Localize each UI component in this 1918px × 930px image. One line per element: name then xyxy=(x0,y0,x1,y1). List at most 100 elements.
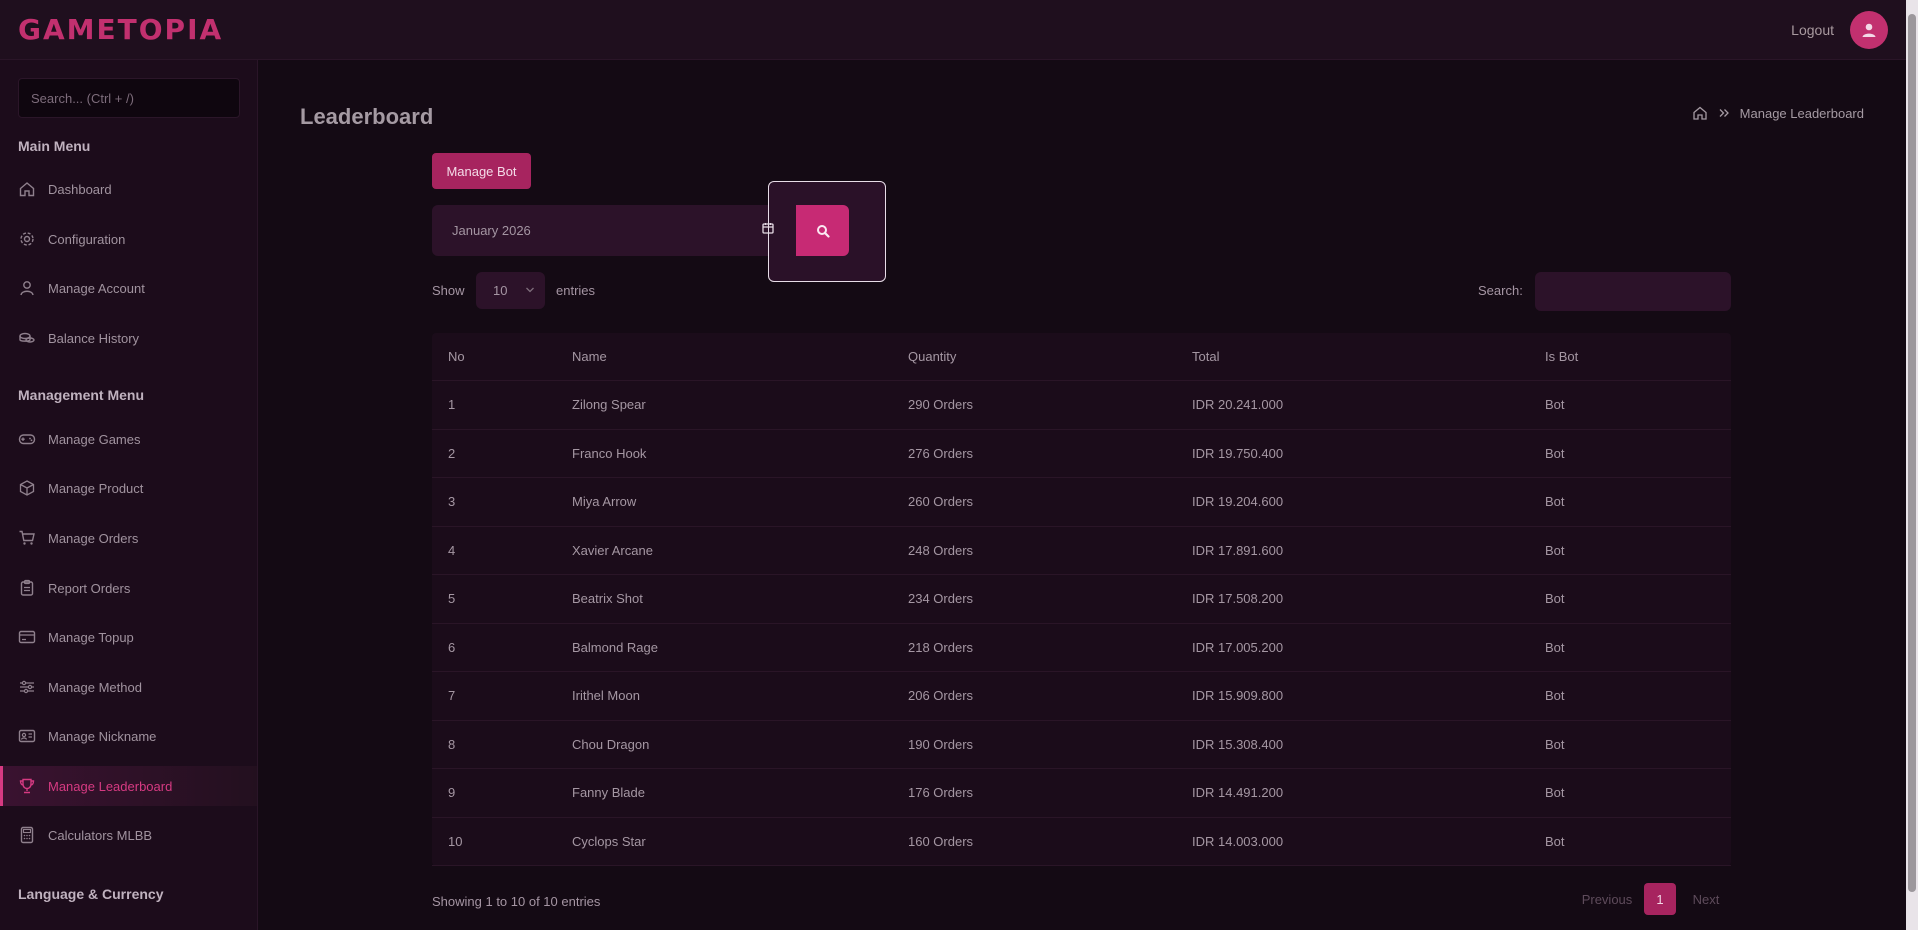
sidebar-item-manage-leaderboard[interactable]: Manage Leaderboard xyxy=(0,766,257,806)
logout-link[interactable]: Logout xyxy=(1791,22,1834,38)
sidebar-item-manage-product[interactable]: Manage Product xyxy=(0,468,257,508)
cell-is-bot: Bot xyxy=(1545,445,1565,461)
manage-bot-button[interactable]: Manage Bot xyxy=(432,153,531,189)
sidebar-item-label: Manage Orders xyxy=(48,530,139,546)
sliders-icon xyxy=(20,680,34,694)
sidebar-item-balance-history[interactable]: Balance History xyxy=(0,318,257,358)
calculator-icon xyxy=(20,826,34,844)
sidebar-item-label: Dashboard xyxy=(48,181,112,197)
user-avatar-icon xyxy=(1862,23,1876,37)
table-row: 4 Xavier Arcane 248 Orders IDR 17.891.600 Bo… xyxy=(432,527,1731,575)
sidebar-item-label: Report Orders xyxy=(48,580,131,596)
cell-total: IDR 14.003.000 xyxy=(1192,833,1284,849)
sidebar-item-manage-method[interactable]: Manage Method xyxy=(0,667,257,707)
sidebar-search-input[interactable]: Search... (Ctrl + /) xyxy=(18,78,240,118)
sidebar-item-report-orders[interactable]: Report Orders xyxy=(0,568,257,608)
user-icon xyxy=(20,281,34,296)
cell-no: 6 xyxy=(448,639,456,655)
sidebar-item-label: Configuration xyxy=(48,231,126,247)
cell-no: 3 xyxy=(448,494,456,510)
sidebar-item-manage-nickname[interactable]: Manage Nickname xyxy=(0,716,257,756)
cell-total: IDR 17.891.600 xyxy=(1192,542,1284,558)
sidebar-item-label: Manage Topup xyxy=(48,629,134,645)
cell-quantity: 276 Orders xyxy=(908,445,974,461)
app-logo[interactable]: GAMETOPIA xyxy=(18,13,223,46)
table-row: 6 Balmond Rage 218 Orders IDR 17.005.200 Bot xyxy=(432,624,1731,672)
id-card-icon xyxy=(18,729,36,743)
calendar-icon[interactable] xyxy=(762,222,774,234)
avatar[interactable] xyxy=(1850,10,1888,49)
breadcrumb-current: Manage Leaderboard xyxy=(1739,105,1864,121)
column-header-total[interactable]: Total xyxy=(1192,349,1545,364)
breadcrumb: Manage Leaderboard xyxy=(1692,105,1864,121)
cell-total: IDR 15.308.400 xyxy=(1192,736,1284,752)
cell-no: 10 xyxy=(448,833,463,849)
cell-quantity: 290 Orders xyxy=(908,397,974,413)
leaderboard-table: No Name Quantity Total Is Bot 1 Zilong Sp… xyxy=(432,333,1731,866)
cell-total: IDR 17.508.200 xyxy=(1192,591,1284,607)
table-row: 10 Cyclops Star 160 Orders IDR 14.003.000 Bo… xyxy=(432,818,1731,866)
month-picker-input[interactable]: January 2026 xyxy=(432,205,796,256)
double-chevron-right-icon xyxy=(1719,109,1729,117)
cell-quantity: 160 Orders xyxy=(908,833,974,849)
page-title: Leaderboard xyxy=(300,104,434,129)
cell-total: IDR 17.005.200 xyxy=(1192,639,1284,655)
page-1-button[interactable]: 1 xyxy=(1644,883,1676,915)
table-row: 8 Chou Dragon 190 Orders IDR 15.308.400 Bot xyxy=(432,721,1731,769)
cell-total: IDR 20.241.000 xyxy=(1192,397,1284,413)
column-header-no[interactable]: No xyxy=(432,349,572,364)
sidebar-item-manage-games[interactable]: Manage Games xyxy=(0,419,257,459)
sidebar-item-dashboard[interactable]: Dashboard xyxy=(0,169,257,209)
table-header-row: No Name Quantity Total Is Bot xyxy=(432,333,1731,381)
cell-total: IDR 19.750.400 xyxy=(1192,445,1284,461)
sidebar-item-configuration[interactable]: Configuration xyxy=(0,219,257,259)
sidebar-item-manage-account[interactable]: Manage Account xyxy=(0,268,257,308)
cell-name: Zilong Spear xyxy=(572,397,646,413)
sidebar-item-label: Manage Leaderboard xyxy=(48,778,173,794)
cell-name: Chou Dragon xyxy=(572,736,650,752)
cell-quantity: 248 Orders xyxy=(908,542,974,558)
table-row: 3 Miya Arrow 260 Orders IDR 19.204.600 Bot xyxy=(432,478,1731,527)
page-scrollbar[interactable] xyxy=(1906,0,1918,930)
cell-is-bot: Bot xyxy=(1545,736,1565,752)
entries-label: entries xyxy=(556,283,596,298)
table-row: 5 Beatrix Shot 234 Orders IDR 17.508.200 Bot xyxy=(432,575,1731,624)
entries-select-value: 10 xyxy=(493,283,508,298)
cell-quantity: 234 Orders xyxy=(908,591,974,607)
sidebar-item-label: Manage Games xyxy=(48,431,141,447)
table-row: 7 Irithel Moon 206 Orders IDR 15.909.800 Bot xyxy=(432,672,1731,721)
cell-name: Cyclops Star xyxy=(572,833,646,849)
cell-is-bot: Bot xyxy=(1545,688,1565,704)
cell-is-bot: Bot xyxy=(1545,639,1565,655)
cell-name: Xavier Arcane xyxy=(572,542,653,558)
sidebar-item-manage-orders[interactable]: Manage Orders xyxy=(0,518,257,558)
cell-is-bot: Bot xyxy=(1545,785,1565,801)
table-search-input[interactable] xyxy=(1535,272,1731,311)
cell-is-bot: Bot xyxy=(1545,833,1565,849)
column-header-name[interactable]: Name xyxy=(572,349,908,364)
sidebar: Search... (Ctrl + /) Main Menu Dashboard… xyxy=(0,60,258,930)
cell-total: IDR 15.909.800 xyxy=(1192,688,1284,704)
cell-name: Irithel Moon xyxy=(572,688,640,704)
table-body: 1 Zilong Spear 290 Orders IDR 20.241.000 Bot… xyxy=(432,381,1731,866)
user-menu: Logout xyxy=(1791,10,1888,49)
cell-quantity: 176 Orders xyxy=(908,785,974,801)
language-currency-heading: Language & Currency xyxy=(18,886,164,902)
next-page-button[interactable]: Next xyxy=(1676,892,1736,907)
cell-quantity: 190 Orders xyxy=(908,736,974,752)
home-icon[interactable] xyxy=(1692,105,1708,121)
cell-no: 1 xyxy=(448,397,456,413)
entries-select[interactable]: 10 xyxy=(476,272,545,309)
column-header-quantity[interactable]: Quantity xyxy=(908,349,1192,364)
column-header-is-bot[interactable]: Is Bot xyxy=(1545,349,1731,364)
cell-no: 8 xyxy=(448,736,456,752)
previous-page-button[interactable]: Previous xyxy=(1570,892,1644,907)
scrollbar-thumb[interactable] xyxy=(1908,14,1916,892)
filter-search-button[interactable] xyxy=(796,205,849,256)
sidebar-item-label: Manage Nickname xyxy=(48,728,157,744)
cell-no: 7 xyxy=(448,688,456,704)
sidebar-item-manage-topup[interactable]: Manage Topup xyxy=(0,617,257,657)
sidebar-item-calculators-mlbb[interactable]: Calculators MLBB xyxy=(0,815,257,855)
cell-is-bot: Bot xyxy=(1545,542,1565,558)
trophy-icon xyxy=(19,778,35,794)
